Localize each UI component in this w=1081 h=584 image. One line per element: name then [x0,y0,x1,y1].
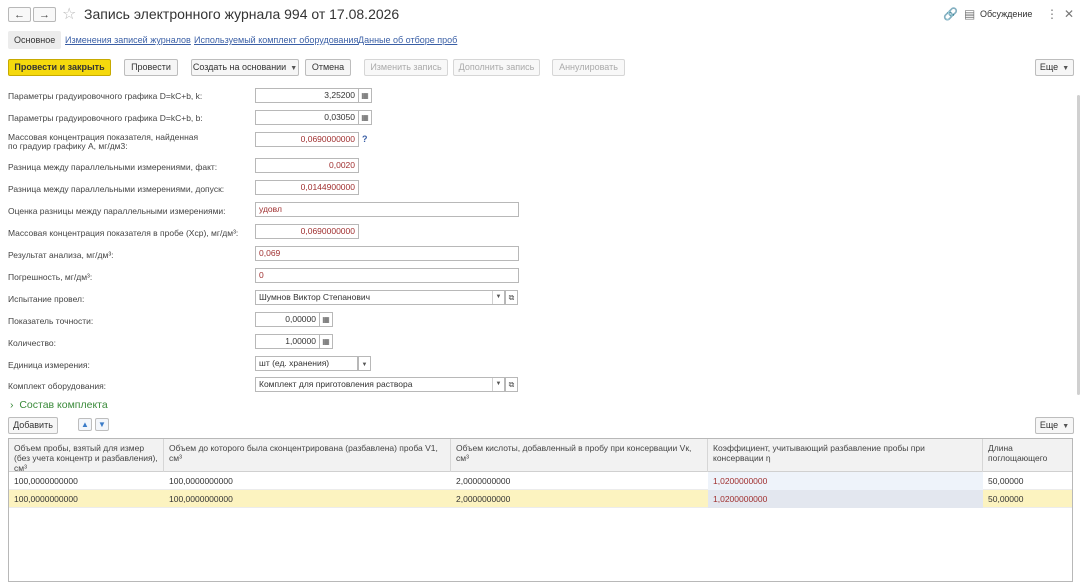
chevron-down-icon[interactable]: ▼ [358,356,371,371]
cancel-button[interactable]: Отмена [305,59,351,76]
tab-journal-changes[interactable]: Изменения записей журналов [65,31,191,49]
table-cell: 50,00000 [988,494,1024,504]
diff-tolerance-label: Разница между параллельными измерениями,… [8,184,225,194]
analysis-result-field[interactable]: 0,069 [255,246,519,261]
tester-label: Испытание провел: [8,294,85,304]
add-button[interactable]: Добавить [8,417,58,434]
unit-field[interactable]: шт (ед. хранения) [255,356,358,371]
table-row[interactable]: 100,0000000000 100,0000000000 2,00000000… [9,472,1072,490]
open-icon[interactable]: ⧉ [505,377,518,392]
column-header[interactable]: Объем до которого была сконцентрирована … [164,439,451,472]
quantity-label: Количество: [8,338,57,348]
create-based-on-button[interactable]: Создать на основании ▼ [191,59,299,76]
calculator-icon[interactable]: ▦ [320,312,333,327]
chevron-down-icon: ▼ [1062,423,1070,430]
chevron-down-icon[interactable]: ▼ [492,378,504,391]
calculator-icon[interactable]: ▦ [359,88,372,103]
arrow-left-icon: ← [14,8,25,21]
post-button[interactable]: Провести [124,59,178,76]
tester-field[interactable]: Шумнов Виктор Степанович ▼ [255,290,505,305]
accuracy-field[interactable]: 0,00000 [255,312,320,327]
arrow-right-icon: → [39,8,50,21]
calculator-icon[interactable]: ▦ [359,110,372,125]
diff-tolerance-field[interactable]: 0,0144900000 [255,180,359,195]
supplement-record-button[interactable]: Дополнить запись [453,59,540,76]
mass-conc-graph-field[interactable]: 0,0690000000 [255,132,359,147]
table-cell: 100,0000000000 [169,494,233,504]
annul-button[interactable]: Аннулировать [552,59,625,76]
k-param-label: Параметры градуировочного графика D=kC+b… [8,91,203,101]
mass-conc-sample-field[interactable]: 0,0690000000 [255,224,359,239]
help-icon[interactable]: ? [362,134,368,144]
error-label: Погрешность, мг/дм³: [8,272,93,282]
page-title: Запись электронного журнала 994 от 17.08… [84,6,400,22]
mass-conc-graph-label-line2: по градуир графику А, мг/дм3: [8,141,128,151]
diff-evaluation-label: Оценка разницы между параллельными измер… [8,206,226,216]
column-header[interactable]: Длина поглощающего [983,439,1072,472]
tab-sampling-data[interactable]: Данные об отборе проб [358,31,457,49]
diff-fact-field[interactable]: 0,0020 [255,158,359,173]
b-param-label: Параметры градуировочного графика D=kC+b… [8,113,203,123]
arrow-down-icon[interactable]: ▼ [95,418,109,431]
table-cell: 100,0000000000 [14,494,78,504]
kit-label: Комплект оборудования: [8,381,107,391]
table-row-selected[interactable]: 100,0000000000 100,0000000000 2,00000000… [9,490,1072,508]
table-cell: 100,0000000000 [169,476,233,486]
chevron-down-icon: ▼ [290,65,298,72]
post-and-close-button[interactable]: Провести и закрыть [8,59,111,76]
kit-more-button[interactable]: Еще ▼ [1035,417,1074,434]
forward-button[interactable]: → [33,7,56,22]
column-header[interactable]: Объем кислоты, добавленный в пробу при к… [451,439,708,472]
open-icon[interactable]: ⧉ [505,290,518,305]
favorite-star-icon[interactable]: ☆ [62,4,76,24]
discussion-button[interactable]: Обсуждение [980,9,1032,19]
k-param-field[interactable]: 3,25200 [255,88,359,103]
tab-equipment-kit[interactable]: Используемый комплект оборудования [194,31,358,49]
link-icon[interactable]: 🔗 [943,7,958,21]
table-cell: 1,0200000000 [708,472,983,490]
back-button[interactable]: ← [8,7,31,22]
table-cell: 2,0000000000 [456,494,511,504]
table-cell: 100,0000000000 [14,476,78,486]
table-cell: 1,0200000000 [708,490,983,508]
error-field[interactable]: 0 [255,268,519,283]
close-icon[interactable]: ✕ [1064,7,1074,21]
vertical-scrollbar[interactable] [1077,95,1080,395]
diff-fact-label: Разница между параллельными измерениями,… [8,162,218,172]
table-cell: 2,0000000000 [456,476,511,486]
column-header[interactable]: Коэффициент, учитывающий разбавление про… [708,439,983,472]
quantity-field[interactable]: 1,00000 [255,334,320,349]
edit-record-button[interactable]: Изменить запись [364,59,448,76]
kit-field[interactable]: Комплект для приготовления раствора ▼ [255,377,505,392]
chevron-right-icon: › [10,399,14,411]
analysis-result-label: Результат анализа, мг/дм³: [8,250,114,260]
chevron-down-icon: ▼ [1062,65,1070,72]
kit-section-header[interactable]: › Состав комплекта [10,399,108,411]
arrow-up-icon[interactable]: ▲ [78,418,92,431]
chevron-down-icon[interactable]: ▼ [492,291,504,304]
more-vertical-icon[interactable]: ⋮ [1046,7,1058,21]
tab-main[interactable]: Основное [8,31,62,49]
table-cell: 50,00000 [988,476,1024,486]
kit-table[interactable]: Объем пробы, взятый для измер (без учета… [8,438,1073,582]
unit-label: Единица измерения: [8,360,90,370]
table-header: Объем пробы, взятый для измер (без учета… [9,439,1072,472]
more-button[interactable]: Еще ▼ [1035,59,1074,76]
accuracy-label: Показатель точности: [8,316,94,326]
b-param-field[interactable]: 0,03050 [255,110,359,125]
discussion-icon[interactable]: ▤ [964,7,975,21]
diff-evaluation-field[interactable]: удовл [255,202,519,217]
mass-conc-sample-label: Массовая концентрация показателя в пробе… [8,228,239,238]
calculator-icon[interactable]: ▦ [320,334,333,349]
title-bar: ← → ☆ Запись электронного журнала 994 от… [0,0,1081,30]
column-header[interactable]: Объем пробы, взятый для измер (без учета… [9,439,164,472]
